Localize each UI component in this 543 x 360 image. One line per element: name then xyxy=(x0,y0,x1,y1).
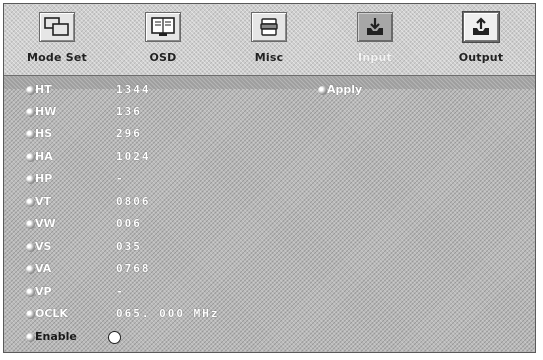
apply-label: Apply xyxy=(327,83,363,96)
input-icon xyxy=(357,12,393,42)
tab-label: Misc xyxy=(254,51,284,64)
bullet-icon xyxy=(26,108,35,117)
osd-menu-frame: Mode Set OSD Misc Input Output Apply HT … xyxy=(3,3,536,353)
row-label: HT xyxy=(35,83,52,96)
enable-radio[interactable] xyxy=(108,331,121,344)
bullet-icon xyxy=(318,86,327,95)
row-value: 1024 xyxy=(116,150,151,163)
tab-label: OSD xyxy=(149,51,177,64)
bullet-icon xyxy=(26,265,35,274)
tab-input[interactable]: Input xyxy=(322,8,428,72)
tab-mode-set[interactable]: Mode Set xyxy=(4,8,110,72)
row-label: VT xyxy=(35,195,52,208)
row-va[interactable]: VA 0768 xyxy=(4,260,264,280)
bullet-icon xyxy=(26,288,35,297)
output-icon xyxy=(463,12,499,42)
tab-misc[interactable]: Misc xyxy=(216,8,322,72)
row-enable[interactable]: Enable xyxy=(4,328,264,348)
row-hs[interactable]: HS 296 xyxy=(4,125,264,145)
row-vw[interactable]: VW 006 xyxy=(4,215,264,235)
bullet-icon xyxy=(26,153,35,162)
row-value: 0806 xyxy=(116,195,151,208)
tab-label: Output xyxy=(458,51,504,64)
apply-button[interactable]: Apply xyxy=(317,81,407,101)
row-value: - xyxy=(116,285,125,298)
bullet-icon xyxy=(26,220,35,229)
tab-output[interactable]: Output xyxy=(428,8,534,72)
row-ht[interactable]: HT 1344 xyxy=(4,81,264,101)
bullet-icon xyxy=(26,333,35,342)
osd-screen: Mode Set OSD Misc Input Output Apply HT … xyxy=(0,0,543,360)
bullet-icon xyxy=(26,86,35,95)
row-oclk[interactable]: OCLK 065. 000 MHz xyxy=(4,305,264,325)
row-label: VA xyxy=(35,262,52,275)
row-value: 0768 xyxy=(116,262,151,275)
row-value: 136 xyxy=(116,105,142,118)
bullet-icon xyxy=(26,310,35,319)
row-label: OCLK xyxy=(35,307,68,320)
osd-icon xyxy=(145,12,181,42)
row-label: VW xyxy=(35,217,56,230)
row-vt[interactable]: VT 0806 xyxy=(4,193,264,213)
row-hp[interactable]: HP - xyxy=(4,170,264,190)
row-label: HP xyxy=(35,172,53,185)
tab-label: Input xyxy=(358,51,392,64)
row-label: VP xyxy=(35,285,52,298)
bullet-icon xyxy=(26,243,35,252)
row-ha[interactable]: HA 1024 xyxy=(4,148,264,168)
row-label: HS xyxy=(35,127,53,140)
row-value: 296 xyxy=(116,127,142,140)
row-label: VS xyxy=(35,240,52,253)
row-hw[interactable]: HW 136 xyxy=(4,103,264,123)
enable-label: Enable xyxy=(35,330,77,343)
row-value: 006 xyxy=(116,217,142,230)
row-label: HA xyxy=(35,150,53,163)
tab-label: Mode Set xyxy=(27,51,87,64)
bullet-icon xyxy=(26,175,35,184)
bullet-icon xyxy=(26,198,35,207)
row-label: HW xyxy=(35,105,57,118)
row-value: 035 xyxy=(116,240,142,253)
bullet-icon xyxy=(26,130,35,139)
misc-icon xyxy=(251,12,287,42)
row-vp[interactable]: VP - xyxy=(4,283,264,303)
row-value: 065. 000 MHz xyxy=(116,307,220,320)
tab-bar: Mode Set OSD Misc Input Output xyxy=(4,4,535,75)
row-value: 1344 xyxy=(116,83,151,96)
row-value: - xyxy=(116,172,125,185)
mode-set-icon xyxy=(39,12,75,42)
row-vs[interactable]: VS 035 xyxy=(4,238,264,258)
tab-osd[interactable]: OSD xyxy=(110,8,216,72)
